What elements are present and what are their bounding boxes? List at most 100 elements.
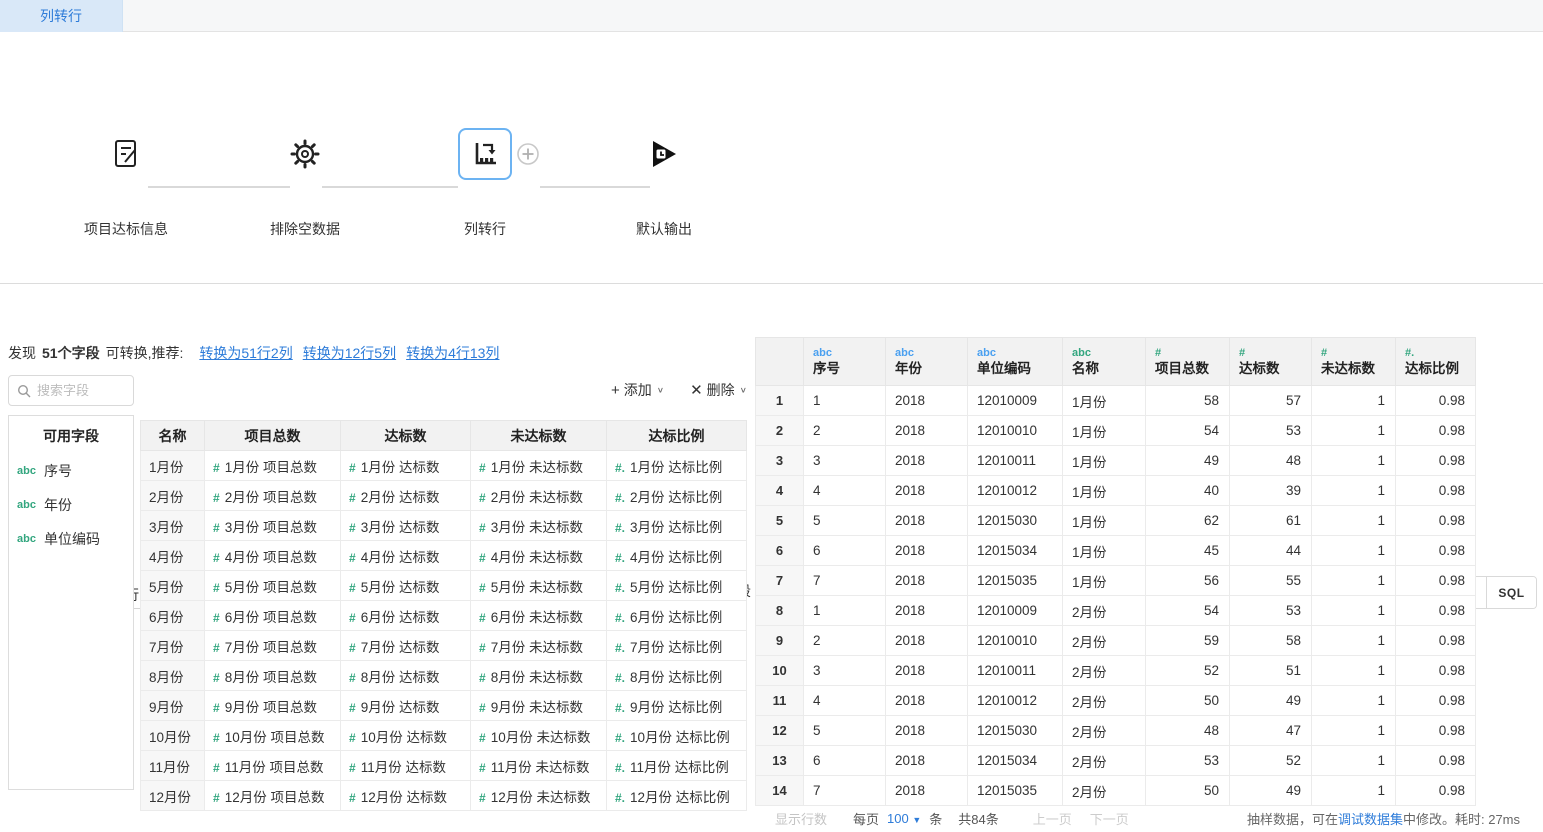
data-cell: 3 (804, 446, 886, 476)
month-field-cell: #7月份 未达标数 (471, 631, 607, 661)
month-field-cell: #.12月份 达标比例 (607, 781, 747, 811)
abc-type-icon: abc (17, 533, 36, 545)
debug-dataset-link[interactable]: 调试数据集 (1338, 812, 1403, 827)
convert-suggestion-link[interactable]: 转换为12行5列 (303, 345, 396, 361)
data-cell: 2月份 (1063, 746, 1146, 776)
data-cell: 2018 (886, 656, 968, 686)
data-cell: 0.98 (1396, 716, 1476, 746)
data-cell: 1 (1312, 476, 1396, 506)
month-row[interactable]: 11月份#11月份 项目总数#11月份 达标数#11月份 未达标数#.11月份 … (141, 751, 747, 781)
sample-data-note: 抽样数据，可在调试数据集中修改。耗时: 27ms (1247, 809, 1520, 828)
number-type-icon: # (479, 641, 486, 655)
data-cell: 7 (804, 566, 886, 596)
data-column-header[interactable]: #未达标数 (1312, 338, 1396, 386)
month-row[interactable]: 8月份#8月份 项目总数#8月份 达标数#8月份 未达标数#.8月份 达标比例 (141, 661, 747, 691)
data-column-header[interactable]: #项目总数 (1146, 338, 1230, 386)
data-cell: 1 (804, 596, 886, 626)
form-edit-icon (111, 138, 141, 170)
number-type-icon: # (213, 551, 220, 565)
connector-line (148, 186, 290, 188)
per-page-select[interactable]: 100 ▼ (887, 811, 921, 826)
search-icon (17, 384, 31, 398)
data-cell: 1 (1312, 716, 1396, 746)
month-field-cell: #8月份 未达标数 (471, 661, 607, 691)
month-field-cell: #.4月份 达标比例 (607, 541, 747, 571)
delete-row-button[interactable]: ✕ 删除 ∨ (690, 380, 747, 400)
data-cell: 0.98 (1396, 626, 1476, 656)
month-field-cell: #9月份 未达标数 (471, 691, 607, 721)
convert-suggestion-link[interactable]: 转换为4行13列 (406, 345, 499, 361)
month-column-header: 达标比例 (607, 421, 747, 451)
add-node-button[interactable] (516, 142, 540, 166)
data-cell: 0.98 (1396, 566, 1476, 596)
month-field-cell: #10月份 达标数 (341, 721, 471, 751)
flow-node-clean[interactable] (287, 135, 323, 171)
data-cell: 1月份 (1063, 536, 1146, 566)
month-field-cell: #3月份 达标数 (341, 511, 471, 541)
month-column-header: 未达标数 (471, 421, 607, 451)
discover-line: 发现51个字段可转换,推荐: 转换为51行2列转换为12行5列转换为4行13列 (8, 343, 499, 363)
month-name-cell: 3月份 (141, 511, 205, 541)
tab-pivot[interactable]: 列转行 (0, 0, 123, 32)
number-type-icon: # (479, 581, 486, 595)
data-cell: 1 (1312, 656, 1396, 686)
available-field-item[interactable]: abc序号 (9, 454, 133, 488)
data-cell: 0.98 (1396, 476, 1476, 506)
data-column-header[interactable]: abc年份 (886, 338, 968, 386)
data-cell: 0.98 (1396, 386, 1476, 416)
month-field-cell: #11月份 达标数 (341, 751, 471, 781)
month-row[interactable]: 5月份#5月份 项目总数#5月份 达标数#5月份 未达标数#.5月份 达标比例 (141, 571, 747, 601)
data-table-header: abc序号abc年份abc单位编码abc名称#项目总数#达标数#未达标数#.达标… (756, 338, 1476, 386)
data-column-header[interactable]: abc序号 (804, 338, 886, 386)
data-cell: 2018 (886, 686, 968, 716)
data-cell: 12010011 (968, 446, 1063, 476)
month-field-cell: #.5月份 达标比例 (607, 571, 747, 601)
data-cell: 2月份 (1063, 716, 1146, 746)
data-row: 1032018120100112月份525110.98 (756, 656, 1476, 686)
month-row[interactable]: 7月份#7月份 项目总数#7月份 达标数#7月份 未达标数#.7月份 达标比例 (141, 631, 747, 661)
flow-node-pivot-selected[interactable] (458, 128, 512, 180)
field-search[interactable] (8, 375, 134, 406)
data-preview-table: abc序号abc年份abc单位编码abc名称#项目总数#达标数#未达标数#.达标… (755, 337, 1476, 806)
flow-node-label: 排除空数据 (270, 219, 340, 239)
available-field-item[interactable]: abc年份 (9, 488, 133, 522)
row-number-cell: 12 (756, 716, 804, 746)
data-row: 1472018120150352月份504910.98 (756, 776, 1476, 806)
data-cell: 1月份 (1063, 416, 1146, 446)
data-row: 1142018120100122月份504910.98 (756, 686, 1476, 716)
data-cell: 52 (1230, 746, 1312, 776)
month-row[interactable]: 12月份#12月份 项目总数#12月份 达标数#12月份 未达标数#.12月份 … (141, 781, 747, 811)
prev-page-button[interactable]: 上一页 (1033, 809, 1072, 828)
month-row[interactable]: 10月份#10月份 项目总数#10月份 达标数#10月份 未达标数#.10月份 … (141, 721, 747, 751)
data-column-header[interactable]: abc名称 (1063, 338, 1146, 386)
flow-node-source[interactable] (108, 136, 144, 172)
data-column-header[interactable]: #.达标比例 (1396, 338, 1476, 386)
sql-view-button[interactable]: SQL (1487, 577, 1536, 608)
abc-type-icon: abc (17, 499, 36, 511)
next-page-button[interactable]: 下一页 (1090, 809, 1129, 828)
flow-node-output[interactable] (648, 137, 680, 171)
data-cell: 12015035 (968, 566, 1063, 596)
month-row[interactable]: 1月份#1月份 项目总数#1月份 达标数#1月份 未达标数#.1月份 达标比例 (141, 451, 747, 481)
add-row-button[interactable]: + 添加 ∨ (611, 380, 664, 400)
data-cell: 2018 (886, 566, 968, 596)
month-row[interactable]: 9月份#9月份 项目总数#9月份 达标数#9月份 未达标数#.9月份 达标比例 (141, 691, 747, 721)
data-cell: 2月份 (1063, 776, 1146, 806)
data-column-header[interactable]: abc单位编码 (968, 338, 1063, 386)
month-row[interactable]: 2月份#2月份 项目总数#2月份 达标数#2月份 未达标数#.2月份 达标比例 (141, 481, 747, 511)
month-row[interactable]: 4月份#4月份 项目总数#4月份 达标数#4月份 未达标数#.4月份 达标比例 (141, 541, 747, 571)
month-name-cell: 9月份 (141, 691, 205, 721)
abc-type-icon: abc (17, 465, 36, 477)
convert-suggestion-link[interactable]: 转换为51行2列 (199, 345, 292, 361)
available-field-item[interactable]: abc单位编码 (9, 522, 133, 556)
month-row[interactable]: 6月份#6月份 项目总数#6月份 达标数#6月份 未达标数#.6月份 达标比例 (141, 601, 747, 631)
search-input[interactable] (37, 383, 122, 398)
data-cell: 1 (1312, 446, 1396, 476)
data-cell: 1 (1312, 776, 1396, 806)
month-field-cell: #.1月份 达标比例 (607, 451, 747, 481)
month-table-header: 名称项目总数达标数未达标数达标比例 (141, 421, 747, 451)
data-column-header[interactable]: #达标数 (1230, 338, 1312, 386)
number-type-icon: # (213, 761, 220, 775)
data-cell: 58 (1230, 626, 1312, 656)
month-row[interactable]: 3月份#3月份 项目总数#3月份 达标数#3月份 未达标数#.3月份 达标比例 (141, 511, 747, 541)
